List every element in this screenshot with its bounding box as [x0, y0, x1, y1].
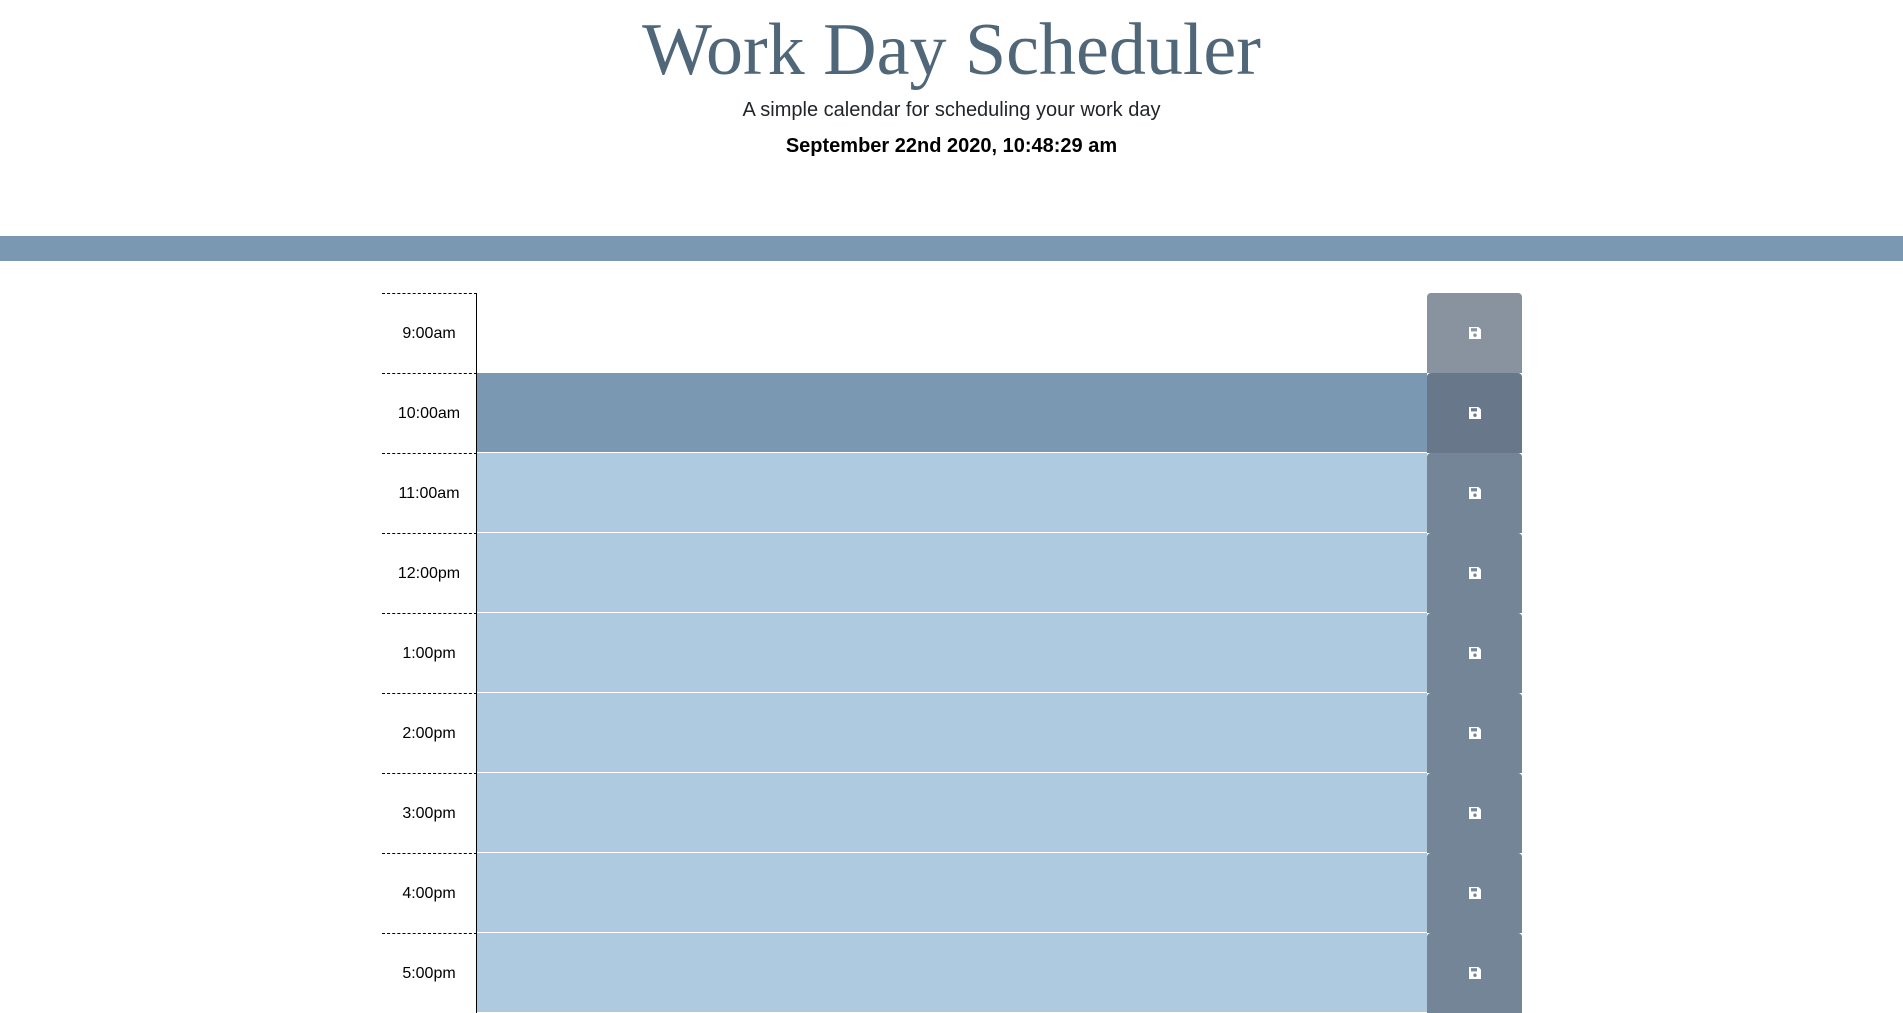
save-button-2pm[interactable] [1427, 693, 1522, 773]
hour-label: 4:00pm [382, 853, 477, 933]
time-block-9am: 9:00am [382, 293, 1522, 373]
time-block-11am: 11:00am [382, 453, 1522, 533]
hour-label: 9:00am [382, 293, 477, 373]
hour-label: 10:00am [382, 373, 477, 453]
time-block-5pm: 5:00pm [382, 933, 1522, 1013]
save-button-3pm[interactable] [1427, 773, 1522, 853]
time-block-4pm: 4:00pm [382, 853, 1522, 933]
time-block-1pm: 1:00pm [382, 613, 1522, 693]
event-input-9am[interactable] [477, 293, 1427, 373]
current-datetime: September 22nd 2020, 10:48:29 am [785, 135, 1118, 157]
save-button-11am[interactable] [1427, 453, 1522, 533]
floppy-disk-icon [1468, 567, 1481, 579]
event-input-5pm[interactable] [477, 933, 1427, 1013]
floppy-disk-icon [1468, 487, 1481, 499]
hour-label: 5:00pm [382, 933, 477, 1013]
event-input-11am[interactable] [477, 453, 1427, 533]
save-button-9am[interactable] [1427, 293, 1522, 373]
save-button-12pm[interactable] [1427, 533, 1522, 613]
save-button-4pm[interactable] [1427, 853, 1522, 933]
event-input-1pm[interactable] [477, 613, 1427, 693]
hour-label: 2:00pm [382, 693, 477, 773]
event-input-12pm[interactable] [477, 533, 1427, 613]
save-button-1pm[interactable] [1427, 613, 1522, 693]
time-block-container: 9:00am 10:00am 11:00am 12:00pm 1:00pm 2:… [382, 293, 1522, 1013]
floppy-disk-icon [1468, 727, 1481, 739]
page-title: Work Day Scheduler [642, 9, 1261, 91]
floppy-disk-icon [1468, 807, 1481, 819]
time-block-3pm: 3:00pm [382, 773, 1522, 853]
event-input-10am[interactable] [477, 373, 1427, 453]
event-input-4pm[interactable] [477, 853, 1427, 933]
hour-label: 11:00am [382, 453, 477, 533]
event-input-2pm[interactable] [477, 693, 1427, 773]
hour-label: 12:00pm [382, 533, 477, 613]
floppy-disk-icon [1468, 407, 1481, 419]
hour-label: 3:00pm [382, 773, 477, 853]
header-banner: Work Day Scheduler A simple calendar for… [0, 0, 1903, 261]
save-button-10am[interactable] [1427, 373, 1522, 453]
floppy-disk-icon [1468, 887, 1481, 899]
time-block-2pm: 2:00pm [382, 693, 1522, 773]
floppy-disk-icon [1468, 967, 1481, 979]
time-block-12pm: 12:00pm [382, 533, 1522, 613]
floppy-disk-icon [1468, 647, 1481, 659]
hour-label: 1:00pm [382, 613, 477, 693]
event-input-3pm[interactable] [477, 773, 1427, 853]
page-subtitle: A simple calendar for scheduling your wo… [742, 99, 1161, 121]
time-block-10am: 10:00am [382, 373, 1522, 453]
save-button-5pm[interactable] [1427, 933, 1522, 1013]
floppy-disk-icon [1468, 327, 1481, 339]
